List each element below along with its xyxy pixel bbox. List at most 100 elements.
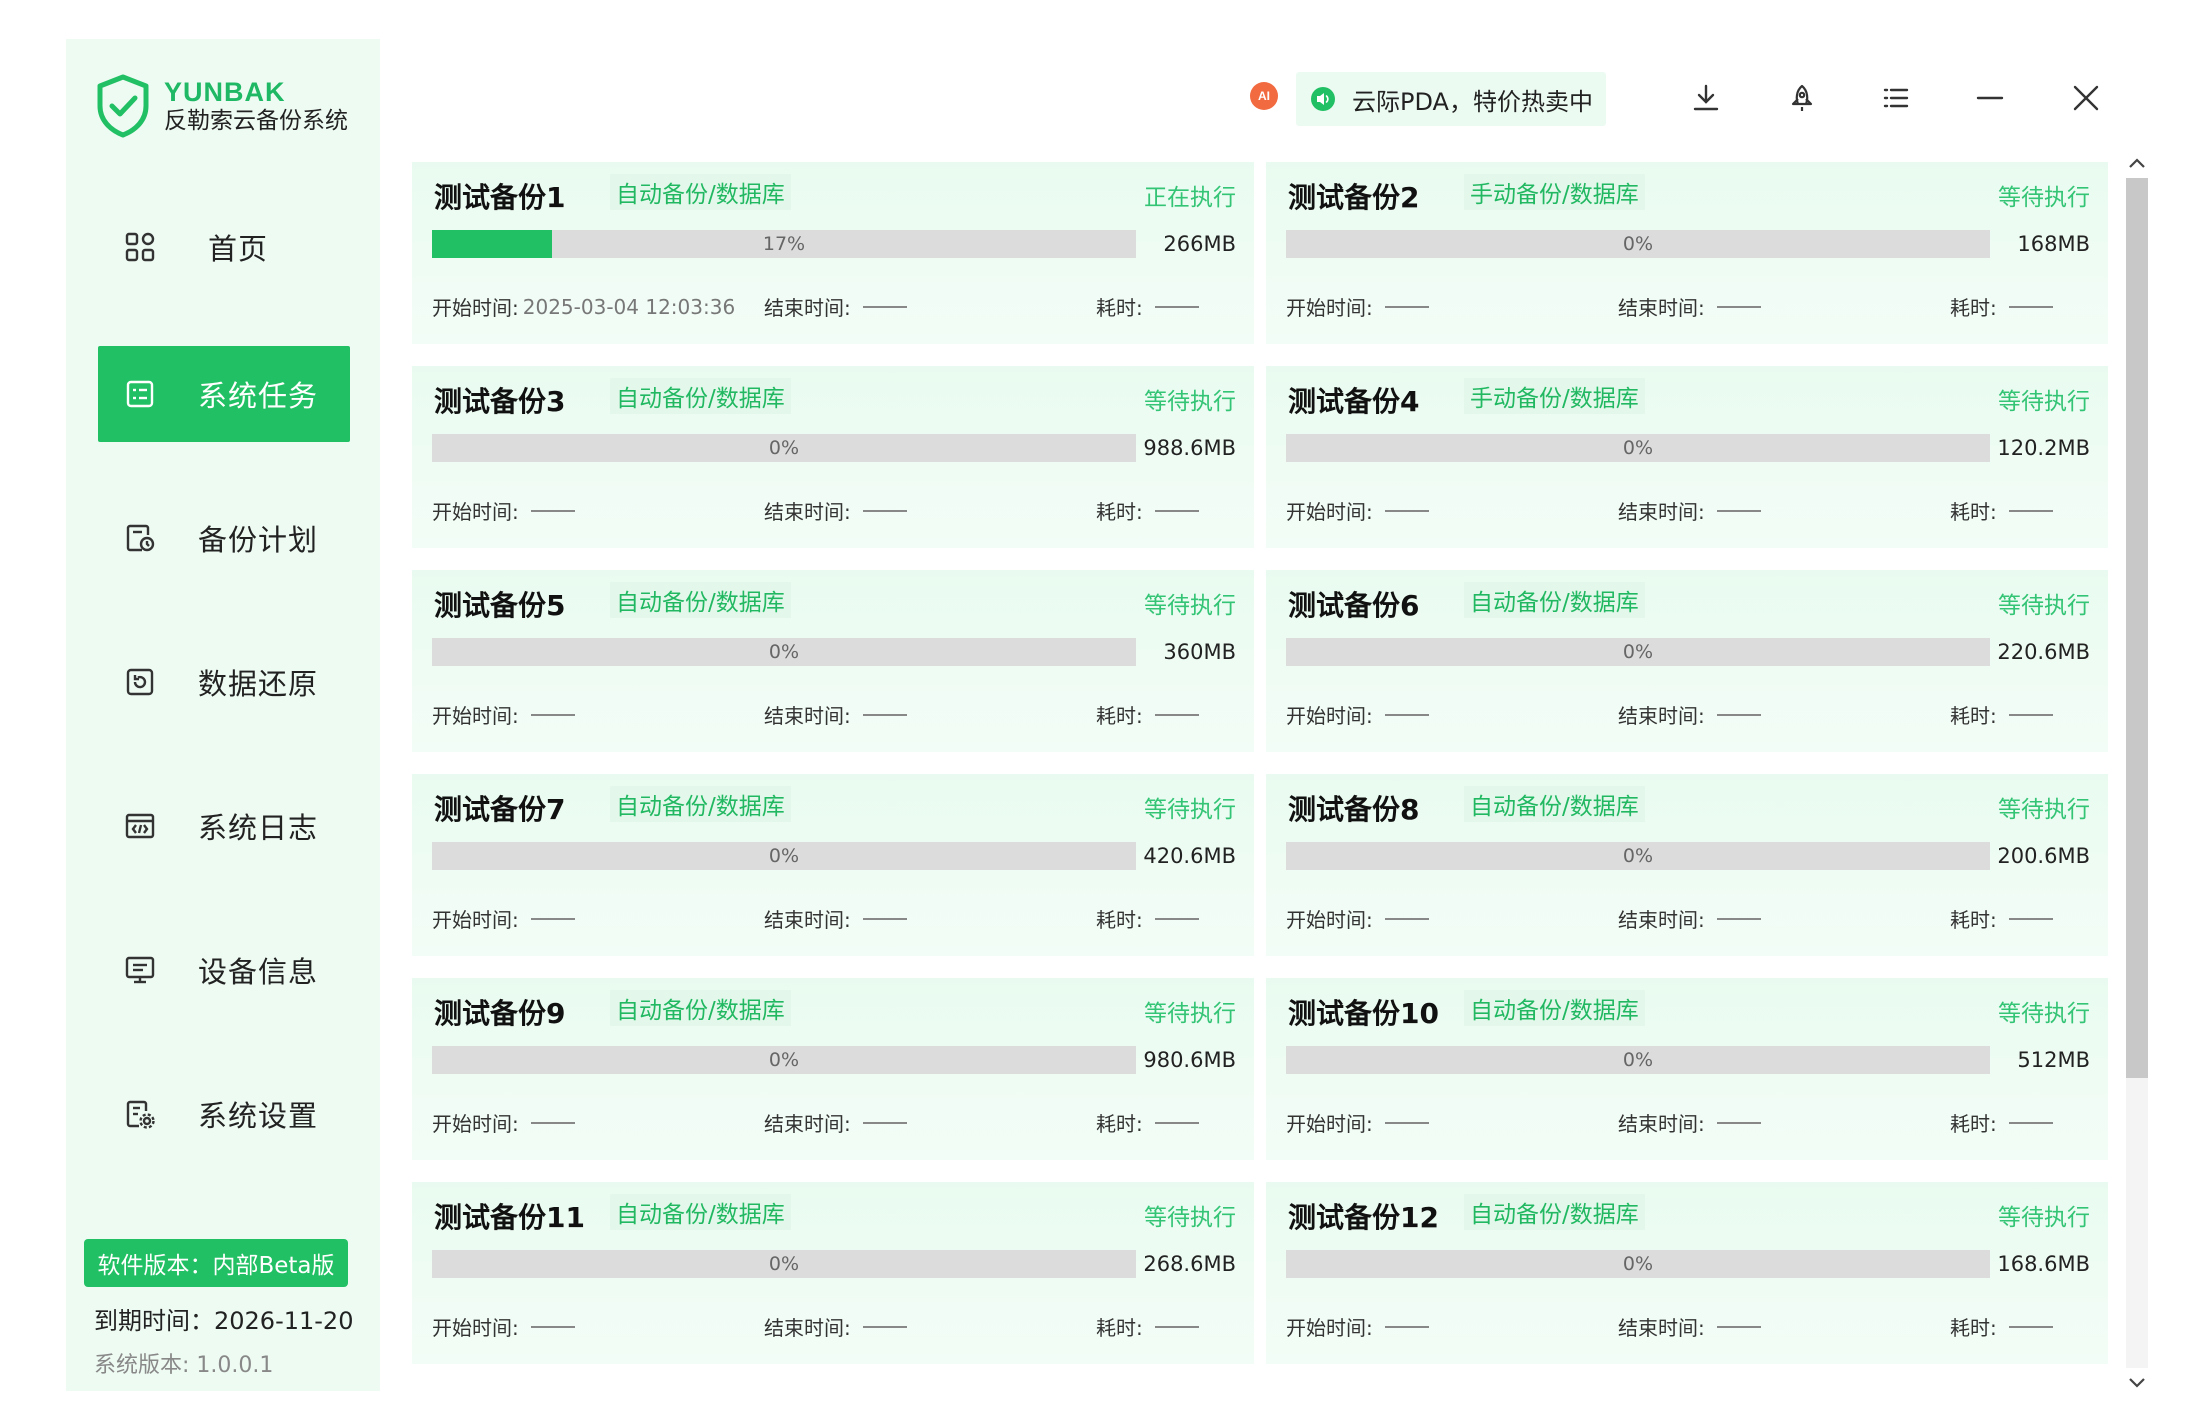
empty-dash xyxy=(1384,713,1429,716)
end-time: 结束时间: xyxy=(1618,700,1761,729)
task-type-tag: 自动备份/数据库 xyxy=(1464,786,1645,822)
task-type-tag: 自动备份/数据库 xyxy=(1464,1194,1645,1230)
start-time-label: 开始时间: xyxy=(1286,704,1373,728)
start-time: 开始时间: xyxy=(432,1108,575,1137)
start-time: 开始时间: xyxy=(1286,700,1429,729)
start-time: 开始时间: xyxy=(432,904,575,933)
upgrade-button[interactable] xyxy=(1778,74,1826,122)
task-status: 等待执行 xyxy=(1144,1205,1236,1231)
task-card[interactable]: 测试备份9 自动备份/数据库 等待执行 0% 980.6MB 开始时间: 结束时间: 耗时: xyxy=(412,978,1254,1160)
progress-bar: 0% xyxy=(432,1250,1136,1278)
progress-bar: 0% xyxy=(432,638,1136,666)
end-time: 结束时间: xyxy=(1618,292,1761,321)
sidebar-item-home[interactable]: 首页 xyxy=(98,199,350,295)
close-button[interactable] xyxy=(2062,74,2110,122)
start-time: 开始时间: xyxy=(432,496,575,525)
minimize-button[interactable] xyxy=(1966,74,2014,122)
elapsed-time: 耗时: xyxy=(1096,292,1199,321)
end-time: 结束时间: xyxy=(764,1312,907,1341)
task-type-tag: 自动备份/数据库 xyxy=(610,990,791,1026)
task-status: 等待执行 xyxy=(1144,389,1236,415)
sidebar-item-label: 系统日志 xyxy=(198,811,319,845)
task-card[interactable]: 测试备份1 自动备份/数据库 正在执行 17% 266MB 开始时间: 2025-03-04… xyxy=(412,162,1254,344)
sidebar-item-system-tasks[interactable]: 系统任务 xyxy=(98,346,350,442)
sidebar-item-system-settings[interactable]: 系统设置 xyxy=(98,1066,350,1162)
notice-banner[interactable]: 云际PDA，特价热卖中 xyxy=(1296,72,1606,126)
end-time-label: 结束时间: xyxy=(1618,500,1705,524)
task-card[interactable]: 测试备份10 自动备份/数据库 等待执行 0% 512MB 开始时间: 结束时间: 耗时: xyxy=(1266,978,2108,1160)
task-size: 120.2MB xyxy=(1997,436,2090,460)
start-time-label: 开始时间: xyxy=(1286,1316,1373,1340)
scroll-up-button[interactable] xyxy=(2122,148,2152,178)
end-time: 结束时间: xyxy=(764,292,907,321)
empty-dash xyxy=(862,917,907,920)
scrollbar[interactable] xyxy=(2122,148,2152,1398)
progress-bar: 0% xyxy=(1286,434,1990,462)
task-size: 220.6MB xyxy=(1997,640,2090,664)
task-card[interactable]: 测试备份11 自动备份/数据库 等待执行 0% 268.6MB 开始时间: 结束时间: 耗时: xyxy=(412,1182,1254,1364)
task-status: 等待执行 xyxy=(1998,1205,2090,1231)
task-card[interactable]: 测试备份5 自动备份/数据库 等待执行 0% 360MB 开始时间: 结束时间: 耗时: xyxy=(412,570,1254,752)
empty-dash xyxy=(1716,305,1761,308)
task-status: 正在执行 xyxy=(1144,185,1236,211)
task-card[interactable]: 测试备份3 自动备份/数据库 等待执行 0% 988.6MB 开始时间: 结束时间: 耗时: xyxy=(412,366,1254,548)
start-time-label: 开始时间: xyxy=(432,908,519,932)
system-version: 系统版本: 1.0.0.1 xyxy=(94,1353,274,1378)
elapsed-label: 耗时: xyxy=(1096,1316,1143,1340)
progress-text: 0% xyxy=(768,641,800,663)
task-card[interactable]: 测试备份12 自动备份/数据库 等待执行 0% 168.6MB 开始时间: 结束时间: 耗时: xyxy=(1266,1182,2108,1364)
empty-dash xyxy=(530,713,575,716)
scroll-thumb[interactable] xyxy=(2126,178,2148,1078)
empty-dash xyxy=(1154,1121,1199,1124)
start-time: 开始时间: xyxy=(432,700,575,729)
task-type-tag: 手动备份/数据库 xyxy=(1464,174,1645,210)
start-time: 开始时间: xyxy=(1286,292,1429,321)
schedule-icon xyxy=(124,522,156,554)
progress-bar: 0% xyxy=(432,842,1136,870)
menu-button[interactable] xyxy=(1872,74,1920,122)
start-time-label: 开始时间: xyxy=(1286,1112,1373,1136)
download-button[interactable] xyxy=(1682,74,1730,122)
progress-text: 0% xyxy=(1622,845,1654,867)
start-time: 开始时间: xyxy=(432,1312,575,1341)
empty-dash xyxy=(2008,1325,2053,1328)
sidebar-item-label: 设备信息 xyxy=(198,955,319,989)
empty-dash xyxy=(1716,509,1761,512)
progress-text: 0% xyxy=(1622,641,1654,663)
sidebar-item-data-restore[interactable]: 数据还原 xyxy=(98,634,350,730)
empty-dash xyxy=(530,1121,575,1124)
sidebar-item-device-info[interactable]: 设备信息 xyxy=(98,922,350,1018)
sidebar-item-label: 系统任务 xyxy=(198,379,319,413)
sidebar-item-system-log[interactable]: 系统日志 xyxy=(98,778,350,874)
brand: YUNBAK 反勒索云备份系统 xyxy=(96,71,348,141)
empty-dash xyxy=(2008,917,2053,920)
task-size: 168MB xyxy=(2017,232,2090,256)
task-title: 测试备份7 xyxy=(434,793,566,826)
task-card[interactable]: 测试备份6 自动备份/数据库 等待执行 0% 220.6MB 开始时间: 结束时间: 耗时: xyxy=(1266,570,2108,752)
start-time: 开始时间: xyxy=(1286,496,1429,525)
empty-dash xyxy=(530,1325,575,1328)
end-time-label: 结束时间: xyxy=(764,1316,851,1340)
elapsed-time: 耗时: xyxy=(1096,1108,1199,1137)
task-type-tag: 自动备份/数据库 xyxy=(610,786,791,822)
task-card[interactable]: 测试备份8 自动备份/数据库 等待执行 0% 200.6MB 开始时间: 结束时间: 耗时: xyxy=(1266,774,2108,956)
empty-dash xyxy=(530,509,575,512)
task-status: 等待执行 xyxy=(1144,593,1236,619)
task-title: 测试备份11 xyxy=(434,1201,585,1234)
elapsed-label: 耗时: xyxy=(1950,908,1997,932)
task-card[interactable]: 测试备份2 手动备份/数据库 等待执行 0% 168MB 开始时间: 结束时间: 耗时: xyxy=(1266,162,2108,344)
end-time-label: 结束时间: xyxy=(764,296,851,320)
scroll-down-button[interactable] xyxy=(2122,1368,2152,1398)
task-card[interactable]: 测试备份7 自动备份/数据库 等待执行 0% 420.6MB 开始时间: 结束时间: 耗时: xyxy=(412,774,1254,956)
task-type-tag: 自动备份/数据库 xyxy=(610,378,791,414)
end-time-label: 结束时间: xyxy=(764,908,851,932)
task-card[interactable]: 测试备份4 手动备份/数据库 等待执行 0% 120.2MB 开始时间: 结束时间: 耗时: xyxy=(1266,366,2108,548)
end-time-label: 结束时间: xyxy=(764,704,851,728)
ai-badge[interactable]: AI xyxy=(1250,82,1278,110)
task-size: 266MB xyxy=(1163,232,1236,256)
sidebar-item-label: 备份计划 xyxy=(198,523,319,557)
empty-dash xyxy=(1154,305,1199,308)
empty-dash xyxy=(2008,713,2053,716)
brand-subtitle: 反勒索云备份系统 xyxy=(164,108,348,135)
sidebar-item-backup-plan[interactable]: 备份计划 xyxy=(98,490,350,586)
